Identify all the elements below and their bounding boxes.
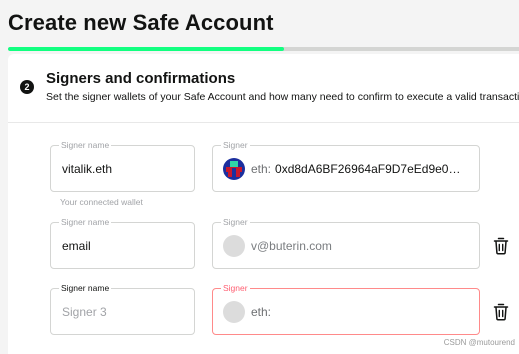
signer-name-field-2[interactable]: Signer name email (50, 216, 195, 269)
trash-icon (493, 303, 509, 321)
step-description: Set the signer wallets of your Safe Acco… (46, 91, 519, 103)
signer-name-value: vitalik.eth (62, 161, 113, 176)
avatar-placeholder (223, 234, 245, 257)
signer-address-row: eth: (223, 289, 275, 334)
watermark: CSDN @mutourend (443, 338, 515, 347)
progress-fill (8, 47, 284, 51)
delete-signer-2-button[interactable] (493, 237, 509, 255)
signer-address-field-1[interactable]: Signer eth: 0xd8dA6BF26964aF9D7eEd9e0… (212, 139, 480, 192)
chain-prefix: eth: (251, 161, 272, 176)
signer-address-value: 0xd8dA6BF26964aF9D7eEd9e0… (275, 161, 461, 176)
signer-address-row: eth: 0xd8dA6BF26964aF9D7eEd9e0… (223, 146, 460, 191)
trash-icon (493, 237, 509, 255)
signer-name-field-1[interactable]: Signer name vitalik.eth (50, 139, 195, 192)
avatar-placeholder (223, 300, 245, 323)
chain-prefix: eth: (251, 304, 272, 319)
signer-address-field-3[interactable]: Signer eth: (212, 282, 480, 335)
step-card: 2 Signers and confirmations Set the sign… (8, 54, 519, 354)
connected-wallet-helper: Your connected wallet (60, 197, 143, 207)
delete-signer-3-button[interactable] (493, 303, 509, 321)
step-header: 2 Signers and confirmations Set the sign… (8, 54, 519, 123)
signer-name-field-3[interactable]: Signer name Signer 3 (50, 282, 195, 335)
signer-name-placeholder: Signer 3 (62, 304, 107, 319)
step-title: Signers and confirmations (46, 70, 236, 87)
page-title: Create new Safe Account (8, 10, 274, 35)
signer-address-field-2[interactable]: Signer v@buterin.com (212, 216, 480, 269)
signer-name-value: email (62, 238, 91, 253)
identicon-avatar (223, 157, 245, 180)
progress-bar (8, 47, 519, 51)
signer-address-value: v@buterin.com (251, 238, 332, 253)
step-number-badge: 2 (20, 80, 34, 94)
signer-address-row: v@buterin.com (223, 223, 332, 268)
